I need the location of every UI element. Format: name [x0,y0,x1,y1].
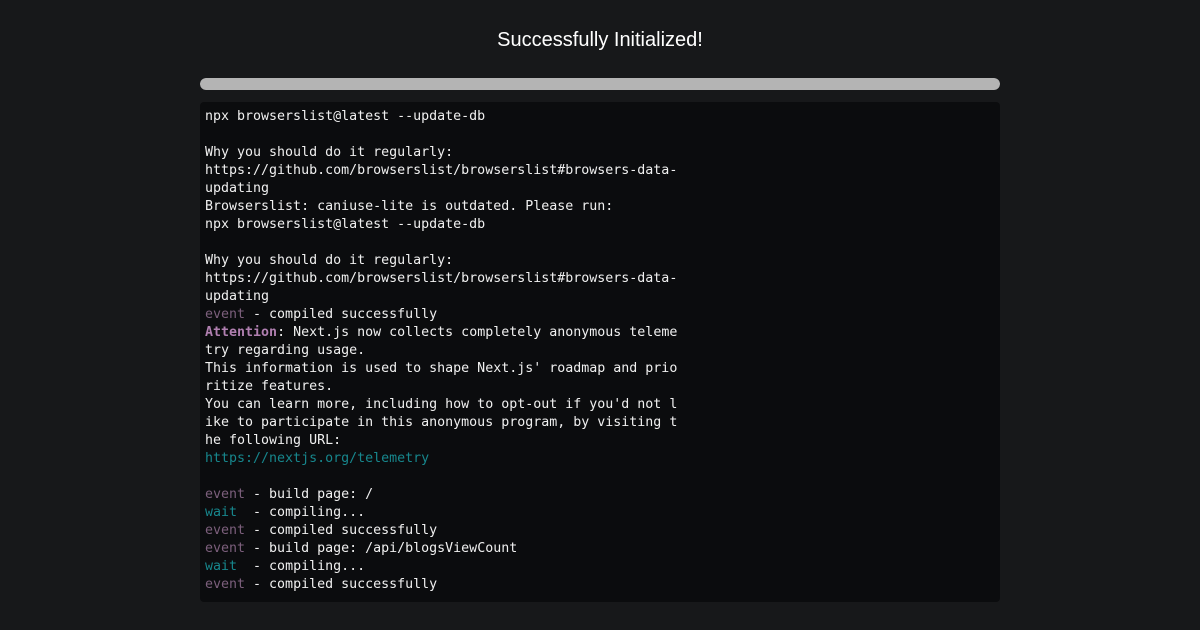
terminal-text: You can learn more, including how to opt… [205,397,677,412]
telemetry-link[interactable]: https://nextjs.org/telemetry [205,451,429,466]
terminal-text: : Next.js now collects completely anonym… [277,325,677,340]
terminal-line: event - build page: / [205,486,995,504]
terminal-line: event - compiled successfully [205,306,995,324]
event-tag: event [205,307,245,322]
event-tag: event [205,577,245,592]
terminal-line: ritize features. [205,378,995,396]
event-tag: event [205,523,245,538]
terminal-line: try regarding usage. [205,342,995,360]
terminal-text: - compiled successfully [245,577,437,592]
wait-tag: wait [205,505,237,520]
terminal-line: Attention: Next.js now collects complete… [205,324,995,342]
terminal-line: This information is used to shape Next.j… [205,360,995,378]
terminal-line: Why you should do it regularly: [205,252,995,270]
wait-tag: wait [205,559,237,574]
terminal-text: he following URL: [205,433,341,448]
terminal-text: ritize features. [205,379,333,394]
event-tag: event [205,487,245,502]
terminal-line: https://github.com/browserslist/browsers… [205,162,995,180]
terminal-line: event - build page: /api/blogsViewCount [205,540,995,558]
terminal-line: updating [205,288,995,306]
terminal-line: You can learn more, including how to opt… [205,396,995,414]
terminal-line: https://nextjs.org/telemetry [205,450,995,468]
terminal-line [205,468,995,486]
terminal-line [205,234,995,252]
terminal-text: - compiling... [237,559,365,574]
terminal-line: wait - compiling... [205,504,995,522]
terminal-line: ike to participate in this anonymous pro… [205,414,995,432]
terminal-text: - compiling... [237,505,365,520]
terminal-text: try regarding usage. [205,343,365,358]
terminal-text: This information is used to shape Next.j… [205,361,677,376]
terminal-text: https://github.com/browserslist/browsers… [205,271,677,286]
terminal-output: npx browserslist@latest --update-db Why y… [200,102,1000,602]
attention-label: Attention [205,325,277,340]
terminal-text: npx browserslist@latest --update-db [205,217,485,232]
progress-bar [200,78,1000,90]
terminal-line: updating [205,180,995,198]
page-title: Successfully Initialized! [0,29,1200,52]
terminal-line: npx browserslist@latest --update-db [205,108,995,126]
terminal-text: - build page: / [245,487,373,502]
terminal-text: npx browserslist@latest --update-db [205,109,485,124]
terminal-line: Why you should do it regularly: [205,144,995,162]
terminal-line: https://github.com/browserslist/browsers… [205,270,995,288]
terminal-line: wait - compiling... [205,558,995,576]
terminal-text: Why you should do it regularly: [205,145,453,160]
terminal-line [205,126,995,144]
terminal-text: updating [205,181,269,196]
terminal-text: ike to participate in this anonymous pro… [205,415,677,430]
terminal-line: event - compiled successfully [205,522,995,540]
terminal-text: - compiled successfully [245,307,437,322]
terminal-text: - build page: /api/blogsViewCount [245,541,517,556]
terminal-line: he following URL: [205,432,995,450]
event-tag: event [205,541,245,556]
terminal-line: Browserslist: caniuse-lite is outdated. … [205,198,995,216]
terminal-text: https://github.com/browserslist/browsers… [205,163,677,178]
terminal-line: npx browserslist@latest --update-db [205,216,995,234]
terminal-text: Why you should do it regularly: [205,253,453,268]
terminal-text: updating [205,289,269,304]
terminal-text: Browserslist: caniuse-lite is outdated. … [205,199,613,214]
terminal-line: event - compiled successfully [205,576,995,594]
progress-bar-fill [200,78,1000,90]
terminal-text: - compiled successfully [245,523,437,538]
